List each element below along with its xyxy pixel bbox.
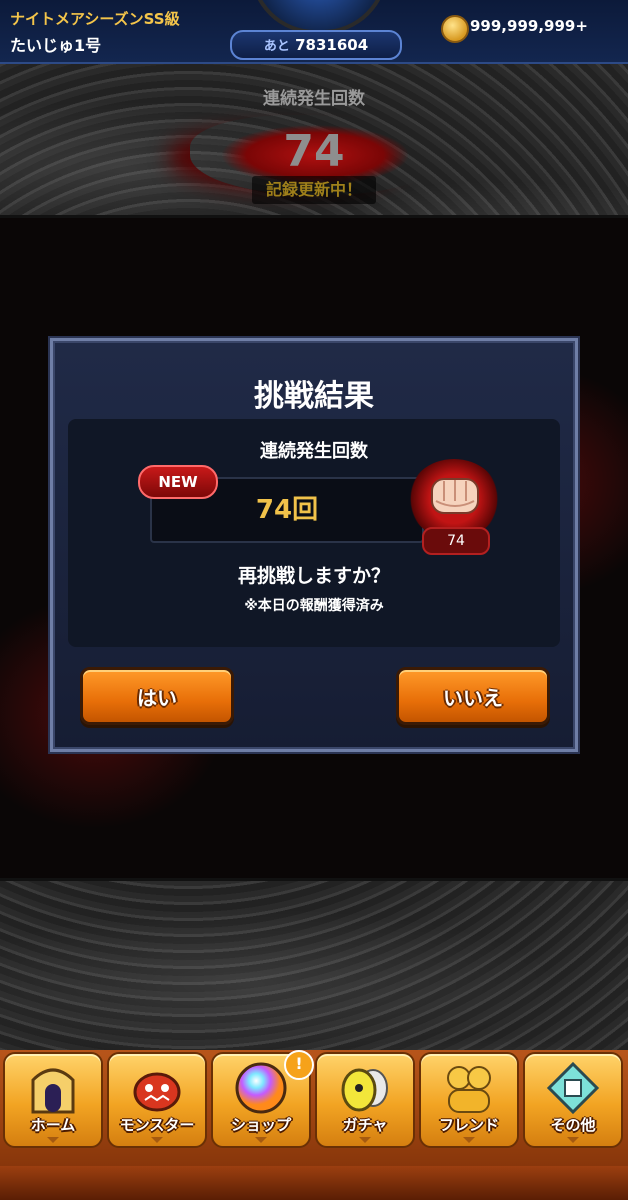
coin-count: 999,999,999+ (470, 17, 588, 35)
gacha-egg-icon (341, 1068, 388, 1112)
yes-button[interactable]: はい (80, 667, 234, 725)
nav-shop-label: ショップ (230, 1116, 291, 1134)
result-panel: 連続発生回数 74回 NEW 74 再挑戦しますか？ ※本日の報酬獲得済み (68, 419, 560, 647)
remaining-label: あと (263, 39, 290, 54)
shop-alert-icon: ! (284, 1050, 314, 1080)
fist-icon (431, 478, 479, 514)
nav-other-label: その他 (550, 1116, 596, 1134)
fist-badge: 74 (408, 459, 500, 555)
reward-note: ※本日の報酬獲得済み (244, 598, 384, 614)
nav-bottom-bar (0, 1166, 628, 1200)
record-badge: 記録更新中！ (252, 176, 376, 204)
home-icon (31, 1068, 75, 1114)
other-icon (546, 1061, 600, 1115)
nav-indicator (359, 1137, 371, 1143)
remaining-value: 7831604 (295, 36, 369, 54)
nav-indicator (567, 1137, 579, 1143)
nav-friend-label: フレンド (438, 1116, 499, 1134)
nav-monster[interactable]: モンスター (107, 1052, 207, 1148)
fist-count: 74 (422, 527, 490, 555)
rank-dial-icon (250, 0, 388, 34)
counter-title: 連続発生回数 (263, 89, 365, 109)
nav-indicator (255, 1137, 267, 1143)
nav-home[interactable]: ホーム (3, 1052, 103, 1148)
counter-value: 74 (283, 126, 345, 177)
nav-gacha-label: ガチャ (342, 1116, 388, 1134)
nav-indicator (47, 1137, 59, 1143)
nav-home-label: ホーム (30, 1116, 76, 1134)
retry-question: 再挑戦しますか？ (237, 565, 390, 587)
nav-monster-label: モンスター (119, 1116, 195, 1134)
friend-icon (447, 1066, 491, 1113)
player-name: たいじゅ1号 (10, 36, 102, 55)
coin-icon (441, 15, 469, 43)
dialog-title: 挑戦結果 (254, 379, 374, 414)
monster-icon (133, 1072, 181, 1112)
shop-orb-icon (235, 1062, 287, 1114)
no-button[interactable]: いいえ (396, 667, 550, 725)
result-dialog: 挑戦結果 連続発生回数 74回 NEW 74 再挑戦しますか？ ※本日の報酬獲得… (50, 338, 578, 752)
season-title: ナイトメアシーズンSS級 (10, 10, 180, 28)
remaining-points: あと 7831604 (230, 30, 402, 60)
nav-gacha[interactable]: ガチャ (315, 1052, 415, 1148)
top-header: ナイトメアシーズンSS級 たいじゅ1号 あと 7831604 999,999,9… (0, 0, 628, 64)
nav-indicator (151, 1137, 163, 1143)
nav-friend[interactable]: フレンド (419, 1052, 519, 1148)
new-badge: NEW (138, 465, 218, 499)
nav-indicator (463, 1137, 475, 1143)
nav-other[interactable]: その他 (523, 1052, 623, 1148)
